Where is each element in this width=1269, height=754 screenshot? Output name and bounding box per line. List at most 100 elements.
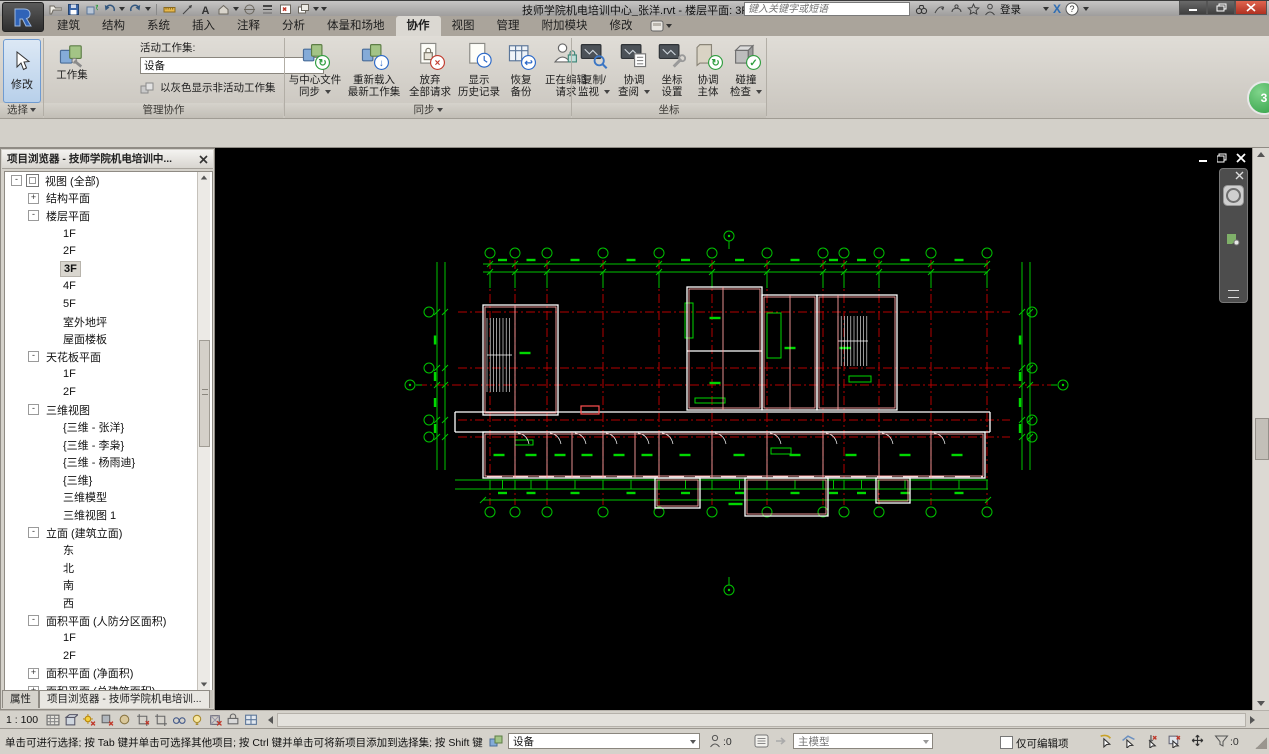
browser-scroll-thumb[interactable] (199, 340, 210, 447)
view-scale-button[interactable]: 1 : 100 (6, 714, 38, 726)
tree-item-天花板平面[interactable]: - 天花板平面 (5, 348, 212, 366)
subscription-icon[interactable] (933, 2, 946, 16)
tree-item-楼层平面[interactable]: - 楼层平面 (5, 207, 212, 225)
drag-on-selection-icon[interactable] (1188, 733, 1206, 749)
tree-item-2F[interactable]: 2F (5, 383, 212, 401)
tree-item-立面 (建筑立面)[interactable]: - 立面 (建筑立面) (5, 524, 212, 542)
sun-path-icon[interactable] (82, 713, 97, 726)
crop-view-icon[interactable] (136, 713, 151, 726)
constraints-icon[interactable] (226, 713, 241, 726)
open-icon[interactable] (48, 3, 63, 16)
switch-windows-caret-icon[interactable] (313, 7, 319, 11)
login-caret-icon[interactable] (1043, 7, 1049, 11)
show-crop-icon[interactable] (154, 713, 169, 726)
filter-icon[interactable] (1212, 733, 1230, 749)
save-icon[interactable] (66, 3, 81, 16)
drawing-area[interactable] (215, 148, 1252, 710)
floor-plan-drawing[interactable] (215, 148, 1252, 710)
undo-icon[interactable] (102, 3, 117, 16)
view-close-icon[interactable] (1236, 150, 1246, 168)
tree-item-三维模型[interactable]: 三维模型 (5, 489, 212, 507)
collapse-icon[interactable]: - (28, 527, 39, 539)
thin-line-icon[interactable] (180, 3, 195, 16)
tab-结构[interactable]: 结构 (91, 16, 136, 36)
tab-视图[interactable]: 视图 (441, 16, 486, 36)
tree-item-西[interactable]: 西 (5, 594, 212, 612)
help-caret-icon[interactable] (1083, 7, 1090, 11)
panel-sync-label[interactable]: 同步 (285, 103, 571, 118)
login-label[interactable]: 登录 (1000, 2, 1021, 17)
tree-item-室外地坪[interactable]: 室外地坪 (5, 313, 212, 331)
select-underlay-icon[interactable] (1119, 733, 1137, 749)
workset-status-combobox[interactable]: 设备 (508, 733, 700, 749)
tree-item-三维视图 1[interactable]: 三维视图 1 (5, 506, 212, 524)
browser-close-icon[interactable] (196, 153, 210, 166)
project-browser-header[interactable]: 项目浏览器 - 技师学院机电培训中... (2, 150, 213, 169)
application-menu-button[interactable] (2, 2, 44, 32)
show-rendering-icon[interactable] (118, 713, 133, 726)
browser-tab-属性[interactable]: 属性 (2, 690, 39, 708)
undo-caret-icon[interactable] (119, 7, 125, 11)
tree-item-{三维 - 张洋}[interactable]: {三维 - 张洋} (5, 418, 212, 436)
collapse-icon[interactable]: - (28, 351, 39, 363)
expand-icon[interactable]: + (28, 667, 39, 679)
tree-item-1F[interactable]: 1F (5, 629, 212, 647)
panel-select-label[interactable]: 选择 (0, 103, 43, 118)
sign-in-person-icon[interactable] (984, 2, 996, 16)
select-links-icon[interactable] (1096, 733, 1114, 749)
modify-button[interactable]: 修改 (3, 39, 41, 103)
tree-item-面积平面 (净面积)[interactable]: + 面积平面 (净面积) (5, 665, 212, 683)
communication-center-icon[interactable] (950, 2, 963, 16)
exchange-apps-icon[interactable]: X (1053, 2, 1061, 16)
help-icon[interactable]: ? (1065, 2, 1079, 16)
tree-item-面积平面 (人防分区面积)[interactable]: - 面积平面 (人防分区面积) (5, 612, 212, 630)
customize-qat-caret-icon[interactable] (321, 7, 327, 11)
sync-with-central-icon[interactable]: ↻ (84, 3, 99, 16)
aligned-dimension-icon[interactable] (162, 3, 177, 16)
browser-scroll-down-icon[interactable] (200, 682, 208, 687)
collapse-icon[interactable]: - (28, 404, 39, 416)
detail-level-icon[interactable] (46, 713, 61, 726)
pan-zoom-icon[interactable] (1225, 231, 1241, 247)
tab-系统[interactable]: 系统 (136, 16, 181, 36)
collapse-icon[interactable]: - (11, 175, 22, 187)
text-icon[interactable]: A (198, 3, 213, 16)
favorites-star-icon[interactable] (967, 2, 980, 16)
editing-requests-icon[interactable] (706, 733, 724, 749)
tab-分析[interactable]: 分析 (271, 16, 316, 36)
hscroll-left-icon[interactable] (268, 715, 274, 724)
section-icon[interactable] (242, 3, 257, 16)
switch-windows-icon[interactable] (296, 3, 311, 16)
notification-badge[interactable]: 3 (1247, 81, 1269, 115)
scroll-up-icon[interactable] (1257, 152, 1265, 157)
design-option-combobox[interactable]: 主模型 (793, 733, 933, 749)
browser-tab-项目浏览器 - 技师学院机电培训...[interactable]: 项目浏览器 - 技师学院机电培训... (39, 690, 210, 708)
tab-体量和场地[interactable]: 体量和场地 (316, 16, 396, 36)
view-restore-icon[interactable] (1216, 150, 1227, 168)
default-3d-view-icon[interactable] (216, 3, 231, 16)
tab-注释[interactable]: 注释 (226, 16, 271, 36)
tab-附加模块[interactable]: 附加模块 (531, 16, 599, 36)
tree-item-三维视图[interactable]: - 三维视图 (5, 401, 212, 419)
panel-toggle-caret-icon[interactable] (665, 24, 672, 28)
panel-toggle-icon[interactable] (650, 20, 664, 32)
resize-grip-icon[interactable] (1255, 737, 1267, 749)
tree-item-结构平面[interactable]: + 结构平面 (5, 190, 212, 208)
collapse-icon[interactable]: - (28, 210, 39, 222)
select-by-face-icon[interactable] (1165, 733, 1183, 749)
view-minimize-icon[interactable] (1199, 150, 1208, 168)
tree-item-东[interactable]: 东 (5, 541, 212, 559)
worksharing-display-icon[interactable] (244, 713, 259, 726)
horizontal-scrollbar[interactable] (277, 712, 1246, 727)
navbar-menu-grip-icon[interactable] (1228, 290, 1239, 298)
tree-item-1F[interactable]: 1F (5, 366, 212, 384)
redo-caret-icon[interactable] (145, 7, 151, 11)
tree-item-2F[interactable]: 2F (5, 242, 212, 260)
close-button[interactable] (1235, 1, 1267, 15)
tree-item-5F[interactable]: 5F (5, 295, 212, 313)
tab-建筑[interactable]: 建筑 (46, 16, 91, 36)
steering-wheel-icon[interactable] (1223, 185, 1244, 206)
tree-item-{三维 - 杨雨迪}[interactable]: {三维 - 杨雨迪} (5, 454, 212, 472)
tree-item-1F[interactable]: 1F (5, 225, 212, 243)
expand-icon[interactable]: + (28, 192, 39, 204)
